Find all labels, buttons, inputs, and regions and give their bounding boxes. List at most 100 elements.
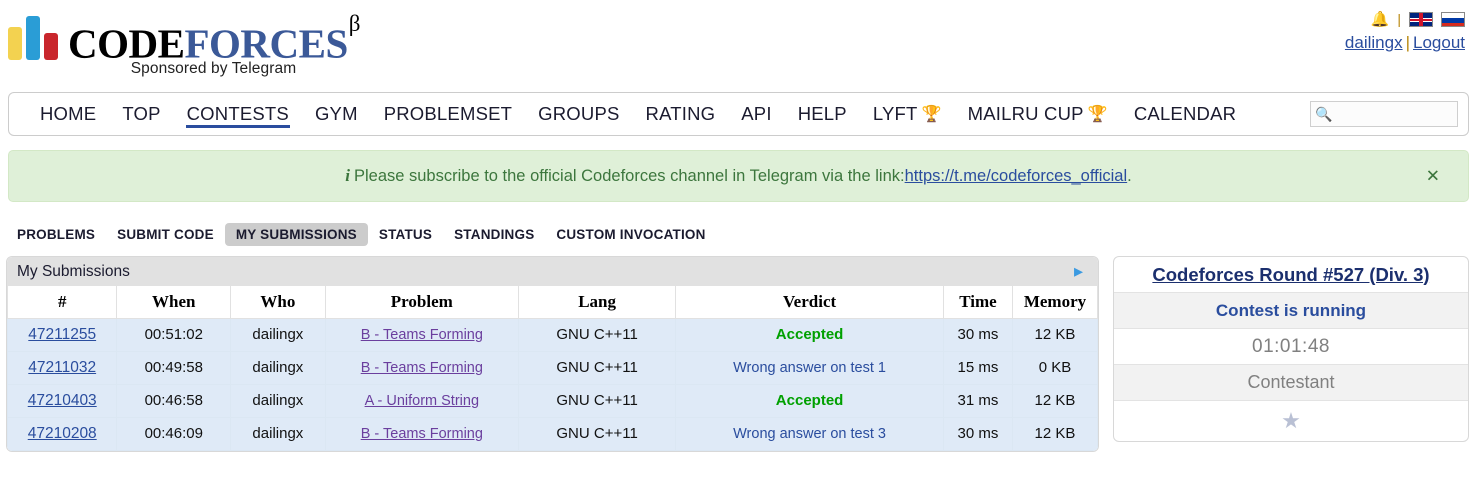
nav-item-top[interactable]: TOP bbox=[109, 93, 173, 135]
search-icon: 🔍 bbox=[1315, 105, 1333, 122]
nav-item-problemset[interactable]: PROBLEMSET bbox=[371, 93, 525, 135]
cell-verdict: Accepted bbox=[675, 317, 944, 352]
nav-item-calendar[interactable]: CALENDAR bbox=[1121, 93, 1249, 135]
language-value: GNU C++11 bbox=[556, 425, 638, 442]
contest-status-label: Contest is running bbox=[1215, 300, 1367, 320]
nav-item-lyft[interactable]: LYFT 🏆 bbox=[860, 93, 955, 135]
cell-lang: GNU C++11 bbox=[517, 416, 677, 451]
column-lang-header: Lang bbox=[517, 286, 677, 319]
execution-time-value: 31 ms bbox=[957, 392, 999, 409]
cell-problem: A - Uniform String bbox=[324, 383, 519, 418]
nav-item-groups[interactable]: GROUPS bbox=[525, 93, 632, 135]
cell-time: 30 ms bbox=[942, 416, 1013, 451]
execution-time-value: 30 ms bbox=[957, 425, 999, 442]
uk-flag-icon[interactable] bbox=[1409, 11, 1433, 27]
memory-value: 12 KB bbox=[1034, 425, 1076, 442]
execution-time-value: 15 ms bbox=[957, 359, 999, 376]
nav-item-api[interactable]: API bbox=[728, 93, 784, 135]
nav-item-label: API bbox=[741, 103, 772, 124]
star-icon[interactable]: ★ bbox=[1281, 410, 1301, 432]
subtab-custom-invocation[interactable]: CUSTOM INVOCATION bbox=[545, 223, 716, 246]
cell-submission-id: 47211255 bbox=[7, 317, 118, 352]
cell-lang: GNU C++11 bbox=[517, 383, 677, 418]
subtab-standings[interactable]: STANDINGS bbox=[443, 223, 545, 246]
cell-when: 00:49:58 bbox=[116, 350, 232, 385]
submission-time-value: 00:46:58 bbox=[144, 392, 203, 409]
nav-item-label: CONTESTS bbox=[186, 103, 289, 124]
search-box[interactable]: 🔍 bbox=[1310, 101, 1477, 127]
cell-time: 31 ms bbox=[942, 383, 1013, 418]
codeforces-logo[interactable]: CODEFORCESβ Sponsored by Telegram bbox=[8, 11, 361, 78]
column-when-header: When bbox=[116, 286, 232, 319]
cell-problem: B - Teams Forming bbox=[324, 317, 519, 352]
nav-item-contests[interactable]: CONTESTS bbox=[174, 93, 302, 135]
info-icon: i bbox=[345, 166, 350, 185]
nav-item-label: HELP bbox=[797, 103, 847, 124]
logo-bar-yellow bbox=[8, 27, 22, 60]
subtab-problems[interactable]: PROBLEMS bbox=[6, 223, 106, 246]
column-memory-header: Memory bbox=[1011, 286, 1098, 319]
nav-item-label: LYFT bbox=[872, 103, 918, 124]
subtab-my-submissions[interactable]: MY SUBMISSIONS bbox=[224, 222, 368, 246]
contest-countdown-timer: 01:01:48 bbox=[1252, 335, 1330, 357]
subtab-status[interactable]: STATUS bbox=[368, 223, 443, 246]
main-navigation: HOME TOP CONTESTS GYM PROBLEMSET GROUPS RATING… bbox=[8, 92, 1477, 136]
problem-link[interactable]: B - Teams Forming bbox=[361, 327, 483, 343]
nav-item-mailru-cup[interactable]: MAILRU CUP 🏆 bbox=[955, 93, 1121, 135]
nav-item-label: PROBLEMSET bbox=[383, 103, 513, 124]
next-page-arrow-icon[interactable]: ► bbox=[1071, 264, 1086, 279]
contest-subtabs: PROBLEMS SUBMIT CODE MY SUBMISSIONS STATUS S… bbox=[6, 222, 1477, 246]
problem-link[interactable]: B - Teams Forming bbox=[361, 426, 483, 442]
cell-time: 15 ms bbox=[942, 350, 1013, 385]
search-input[interactable] bbox=[1332, 105, 1477, 123]
verdict-label[interactable]: Wrong answer on test 1 bbox=[733, 360, 886, 376]
verdict-label[interactable]: Wrong answer on test 3 bbox=[733, 426, 886, 442]
table-caption-label: My Submissions bbox=[17, 262, 130, 280]
nav-item-label: GYM bbox=[314, 103, 358, 124]
column-who-header: Who bbox=[230, 286, 326, 319]
contest-favorite-row: ★ bbox=[1114, 401, 1468, 441]
nav-item-help[interactable]: HELP bbox=[785, 93, 860, 135]
cell-who: dailingx bbox=[230, 416, 326, 451]
table-row: 47210208 00:46:09 dailingx B - Teams Formin… bbox=[7, 416, 1098, 451]
submission-id-link[interactable]: 47210403 bbox=[28, 392, 97, 409]
logo-beta-symbol: β bbox=[348, 11, 361, 36]
column-problem-header: Problem bbox=[324, 286, 519, 319]
verdict-label: Accepted bbox=[775, 326, 844, 343]
problem-link[interactable]: B - Teams Forming bbox=[361, 360, 483, 376]
cell-when: 00:51:02 bbox=[116, 317, 232, 352]
problem-link[interactable]: A - Uniform String bbox=[365, 393, 479, 409]
submission-id-link[interactable]: 47211032 bbox=[28, 359, 96, 376]
cell-submission-id: 47211032 bbox=[7, 350, 118, 385]
submission-id-link[interactable]: 47211255 bbox=[28, 326, 96, 343]
bell-icon[interactable]: 🔔 bbox=[1371, 12, 1390, 27]
submission-time-value: 00:51:02 bbox=[144, 326, 203, 343]
site-header: CODEFORCESβ Sponsored by Telegram 🔔 | da… bbox=[0, 0, 1477, 92]
submitter-name: dailingx bbox=[252, 425, 304, 442]
submission-id-link[interactable]: 47210208 bbox=[28, 425, 97, 442]
cell-when: 00:46:58 bbox=[116, 383, 232, 418]
telegram-channel-link[interactable]: https://t.me/codeforces_official bbox=[905, 167, 1128, 186]
cell-lang: GNU C++11 bbox=[517, 350, 677, 385]
nav-item-rating[interactable]: RATING bbox=[633, 93, 729, 135]
main-content: My Submissions ► # When Who Problem Lang Verd… bbox=[0, 256, 1477, 452]
contest-title-link[interactable]: Codeforces Round #527 (Div. 3) bbox=[1152, 264, 1429, 286]
nav-item-home[interactable]: HOME bbox=[27, 93, 109, 135]
username-link[interactable]: dailingx bbox=[1345, 33, 1403, 52]
logout-link[interactable]: Logout bbox=[1413, 33, 1465, 52]
column-id-header: # bbox=[7, 286, 118, 319]
nav-item-gym[interactable]: GYM bbox=[302, 93, 371, 135]
cell-memory: 12 KB bbox=[1011, 416, 1098, 451]
header-separator: | bbox=[1397, 11, 1401, 27]
memory-value: 12 KB bbox=[1034, 326, 1076, 343]
cell-memory: 12 KB bbox=[1011, 383, 1098, 418]
trophy-icon: 🏆 bbox=[1087, 106, 1108, 123]
table-head: # When Who Problem Lang Verdict Time Memory bbox=[7, 286, 1098, 319]
nav-item-label: RATING bbox=[645, 103, 716, 124]
subtab-submit-code[interactable]: SUBMIT CODE bbox=[106, 223, 225, 246]
user-pipe-separator: | bbox=[1405, 33, 1410, 52]
contest-role-row: Contestant bbox=[1114, 365, 1468, 401]
close-icon[interactable]: ✕ bbox=[1426, 168, 1440, 185]
russia-flag-icon[interactable] bbox=[1441, 11, 1465, 27]
cell-who: dailingx bbox=[230, 317, 326, 352]
